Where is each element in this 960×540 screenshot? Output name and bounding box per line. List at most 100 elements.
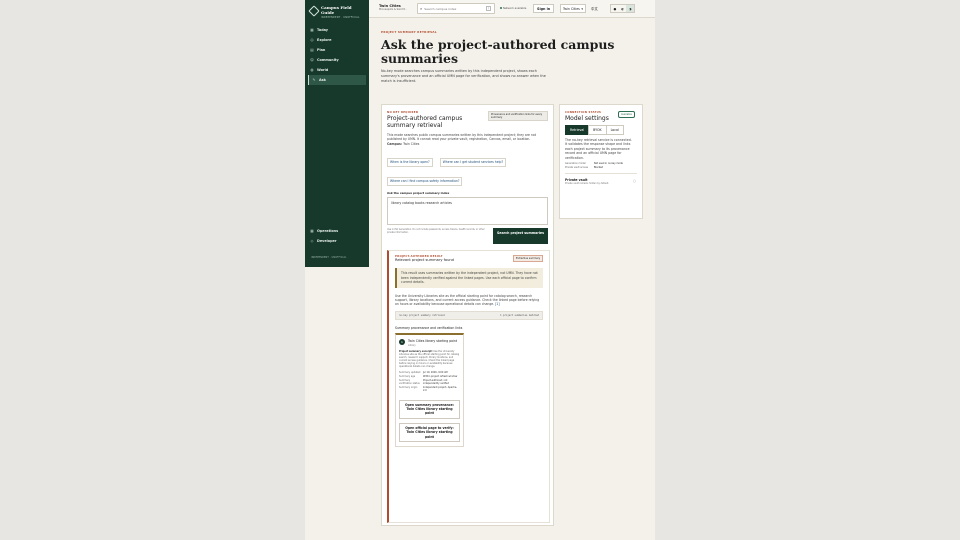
meta-value: Independent project, Apache-2.0	[423, 385, 458, 392]
kv-value: Blocked	[594, 166, 604, 170]
topbar: Twin Cities Minneapolis & Saint P... ⌕ /…	[369, 0, 655, 18]
meta-value: Jul 10, 2026, 9:00 AM	[423, 370, 448, 374]
nav-item-plan[interactable]: ▤ Plan	[305, 45, 369, 55]
theme-option[interactable]: ●	[611, 5, 619, 12]
nav-item-ask[interactable]: ✎ Ask	[308, 75, 366, 85]
source-header: 1 Twin Cities library starting point Lib…	[399, 339, 460, 347]
search-input[interactable]	[424, 6, 485, 11]
source-card: 1 Twin Cities library starting point Lib…	[395, 333, 464, 448]
campus-select[interactable]: Twin Cities ▾	[560, 4, 586, 13]
private-vault-row[interactable]: Private vault Private vault remains hidd…	[565, 173, 637, 185]
nav-label: Plan	[317, 48, 326, 52]
brand-name: Campus Field Guide	[321, 5, 352, 15]
result-body-text: Use the University Libraries site as the…	[395, 293, 540, 307]
query-fineprint: Use in ISO Generation. Do not include pa…	[387, 228, 485, 235]
source-number: 1	[399, 339, 405, 346]
campus-sub: Minneapolis & Saint P...	[379, 8, 407, 11]
mode-switch: Retrieval BYOK Local	[565, 125, 637, 135]
page-lede: No-key mode searches campus summaries wr…	[381, 69, 546, 83]
code-left: no-key project summary retrieval	[399, 313, 446, 317]
page-header: PROJECT SUMMARY RETRIEVAL Ask the projec…	[381, 30, 649, 84]
kv-key: Private vault access	[565, 166, 588, 170]
nav-label: Operations	[317, 229, 339, 233]
mode-retrieval[interactable]: Retrieval	[565, 125, 590, 135]
secondary-nav: ▦ Operations ◇ Developer	[305, 226, 369, 246]
open-official-page-button[interactable]: Open official page to verify: Twin Citie…	[399, 422, 460, 443]
citation-link[interactable]: [1]	[495, 302, 499, 306]
result-disclaimer: This result uses summaries written by th…	[395, 268, 543, 288]
grid-icon: ▦	[310, 28, 314, 32]
suggestion-chip[interactable]: Where can I find campus safety informati…	[387, 176, 463, 186]
lock-icon: ○	[632, 179, 636, 184]
nav-item-operations[interactable]: ▦ Operations	[305, 226, 369, 236]
meta-value: Project-authored; not independently veri…	[423, 378, 449, 385]
settings-title: Model settings	[565, 115, 609, 122]
meta-row: Summary age Within project refresh window	[399, 375, 460, 378]
campus-value: Twin Cities	[403, 141, 420, 146]
code-right: 1 project summaries matched	[500, 313, 539, 317]
sidebar: Campus Field Guide INDEPENDENT · UNOFFIC…	[305, 0, 369, 267]
campus-switcher[interactable]: Twin Cities Minneapolis & Saint P...	[379, 4, 407, 11]
retrieval-title: Project-authored campus summary retrieva…	[387, 115, 463, 129]
result-badge: Extractive summary	[513, 255, 544, 262]
theme-toggle: ● ◐ ◑	[610, 4, 635, 13]
meta-row: Summary updated Jul 10, 2026, 9:00 AM	[399, 371, 460, 374]
nav-label: Explore	[317, 38, 332, 42]
brand[interactable]: Campus Field Guide INDEPENDENT · UNOFFIC…	[305, 0, 369, 19]
result-body: Use the University Libraries site as the…	[395, 294, 543, 307]
source-excerpt: Project summary excerpt: Use the Univers…	[399, 350, 460, 368]
theme-option[interactable]: ◑	[626, 5, 635, 12]
settings-kv: Private vault access Blocked	[565, 166, 637, 169]
campus-line: Campus: Twin Cities	[387, 142, 548, 146]
chevron-down-icon: ▾	[581, 6, 583, 11]
search-box[interactable]: ⌕ /	[417, 3, 495, 14]
nav-item-world[interactable]: ◍ World	[305, 65, 369, 75]
source-subtitle: Library	[408, 343, 416, 347]
meta-row: Summary origin Independent project, Apach…	[399, 386, 460, 392]
nav-item-community[interactable]: ☺ Community	[305, 55, 369, 65]
nav-label: World	[317, 68, 329, 72]
availability-badge: Available	[618, 111, 635, 118]
nav-label: Developer	[317, 239, 337, 243]
nav-label: Community	[317, 58, 339, 62]
suggestion-chip[interactable]: Where can I get student services help?	[439, 157, 507, 167]
source-meta: Summary updated Jul 10, 2026, 9:00 AM Sum…	[399, 371, 460, 392]
retrieval-description: This mode searches public campus summari…	[387, 133, 536, 142]
primary-nav: ▦ Today ◎ Explore ▤ Plan ☺ Community ◍ World …	[305, 25, 369, 85]
app-frame: Campus Field Guide INDEPENDENT · UNOFFIC…	[305, 0, 655, 540]
page-title: Ask the project-authored campus summarie…	[381, 37, 615, 66]
sidebar-footer: INDEPENDENT · UNOFFICIAL	[311, 256, 347, 259]
language-toggle[interactable]: 中文	[591, 4, 598, 13]
people-icon: ☺	[310, 58, 314, 62]
compass-icon: ◎	[310, 38, 314, 42]
nav-item-today[interactable]: ▦ Today	[305, 25, 369, 35]
nav-item-explore[interactable]: ◎ Explore	[305, 35, 369, 45]
kv-key: Generation model	[565, 161, 586, 165]
suggestion-list: When is the library open? Where can I ge…	[387, 148, 548, 186]
meta-key: Summary age	[399, 374, 416, 378]
suggestion-chip[interactable]: When is the library open?	[387, 157, 433, 167]
meta-value: Within project refresh window	[423, 374, 458, 378]
meta-key: Summary origin	[399, 385, 418, 389]
result-meta-code: no-key project summary retrieval 1 proje…	[395, 310, 543, 320]
vault-description: Private vault remains hidden by default.	[565, 182, 609, 186]
mode-local[interactable]: Local	[605, 125, 624, 135]
network-status: Network available	[500, 7, 526, 10]
query-actions: Use in ISO Generation. Do not include pa…	[387, 228, 548, 246]
settings-kv: Generation model Not used in no-key mode	[565, 162, 637, 165]
theme-option[interactable]: ◐	[619, 5, 627, 12]
source-title: Twin Cities library starting point	[408, 339, 458, 344]
logo-icon	[308, 5, 320, 17]
page-eyebrow: PROJECT SUMMARY RETRIEVAL	[381, 30, 437, 34]
mode-byok[interactable]: BYOK	[588, 125, 607, 135]
diamond-icon: ◇	[310, 239, 314, 243]
nav-item-developer[interactable]: ◇ Developer	[305, 236, 369, 246]
search-summaries-button[interactable]: Search project summaries	[493, 228, 548, 245]
query-textarea[interactable]: library catalog books research articles	[387, 197, 548, 226]
brand-sub: INDEPENDENT · UNOFFICIAL	[321, 16, 360, 19]
shortcut-hint: /	[486, 6, 492, 11]
sign-in-button[interactable]: Sign in	[533, 4, 555, 13]
meta-key: Summary updated	[399, 370, 421, 374]
meta-row: Summary verification status Project-autho…	[399, 379, 460, 385]
open-summary-provenance-button[interactable]: Open summary provenance: Twin Cities lib…	[399, 399, 460, 419]
